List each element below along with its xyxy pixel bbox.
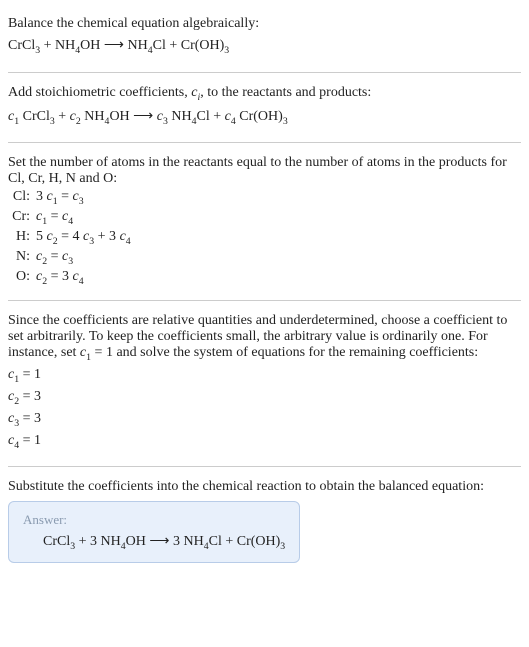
answer-box: Answer: CrCl3 + 3 NH4OH ⟶ 3 NH4Cl + Cr(O…	[8, 501, 300, 563]
atom-eq-row: O: c2 = 3 c4	[8, 269, 521, 287]
solution-line: c3 = 3	[8, 411, 521, 429]
unbalanced-equation: CrCl3 + NH4OH ⟶ NH4Cl + Cr(OH)3	[8, 36, 521, 56]
solution-line: c4 = 1	[8, 433, 521, 451]
underdetermined-text: Since the coefficients are relative quan…	[8, 313, 521, 363]
element-label: H:	[8, 229, 36, 245]
divider	[8, 72, 521, 73]
element-equation: c2 = 3 c4	[36, 269, 84, 287]
intro-text: Balance the chemical equation algebraica…	[8, 16, 521, 32]
underdetermined-section: Since the coefficients are relative quan…	[8, 305, 521, 462]
atom-eq-row: H: 5 c2 = 4 c3 + 3 c4	[8, 229, 521, 247]
divider	[8, 300, 521, 301]
answer-section: Substitute the coefficients into the che…	[8, 471, 521, 571]
element-equation: c1 = c4	[36, 209, 73, 227]
element-equation: c2 = c3	[36, 249, 73, 267]
element-label: N:	[8, 249, 36, 265]
atom-balance-section: Set the number of atoms in the reactants…	[8, 147, 521, 296]
atom-eq-row: Cr: c1 = c4	[8, 209, 521, 227]
stoich-text: Add stoichiometric coefficients, ci, to …	[8, 85, 521, 103]
divider	[8, 142, 521, 143]
solution-line: c2 = 3	[8, 389, 521, 407]
answer-label: Answer:	[23, 512, 285, 528]
element-equation: 5 c2 = 4 c3 + 3 c4	[36, 229, 131, 247]
element-label: O:	[8, 269, 36, 285]
element-label: Cr:	[8, 209, 36, 225]
substitute-text: Substitute the coefficients into the che…	[8, 479, 521, 495]
stoich-section: Add stoichiometric coefficients, ci, to …	[8, 77, 521, 139]
element-label: Cl:	[8, 189, 36, 205]
intro-section: Balance the chemical equation algebraica…	[8, 8, 521, 68]
equation-with-coeffs: c1 CrCl3 + c2 NH4OH ⟶ c3 NH4Cl + c4 Cr(O…	[8, 107, 521, 127]
divider	[8, 466, 521, 467]
atom-eq-row: Cl: 3 c1 = c3	[8, 189, 521, 207]
element-equation: 3 c1 = c3	[36, 189, 84, 207]
atom-eq-row: N: c2 = c3	[8, 249, 521, 267]
answer-equation: CrCl3 + 3 NH4OH ⟶ 3 NH4Cl + Cr(OH)3	[23, 532, 285, 552]
set-atoms-text: Set the number of atoms in the reactants…	[8, 155, 521, 187]
solution-line: c1 = 1	[8, 367, 521, 385]
